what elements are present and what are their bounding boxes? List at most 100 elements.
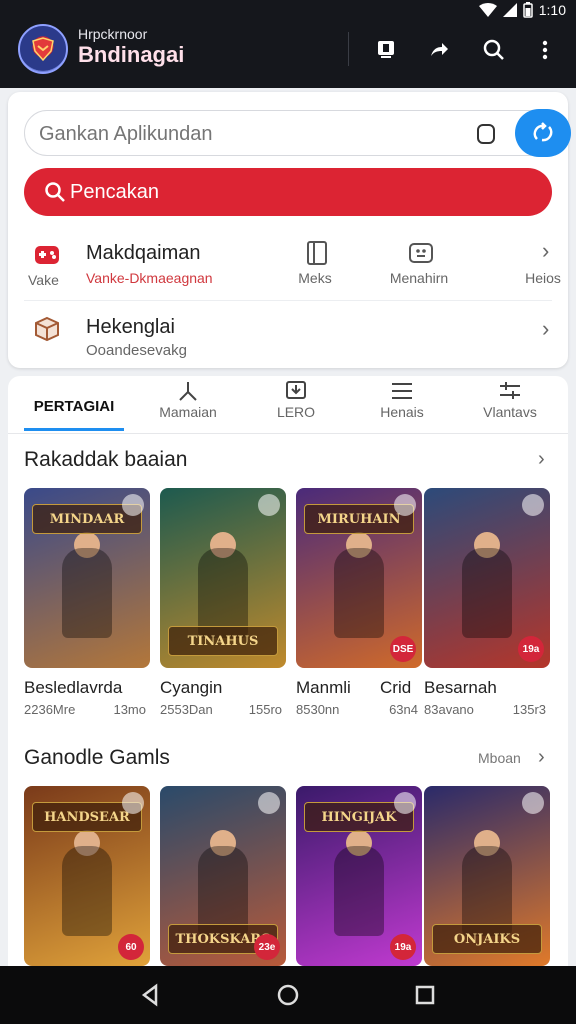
- search-button[interactable]: Pencakan: [24, 168, 552, 216]
- sliders-icon: [500, 382, 520, 399]
- age-rating-badge: 60: [118, 934, 144, 960]
- bookmark-icon[interactable]: [394, 792, 416, 814]
- status-bar: 1:10: [0, 0, 576, 20]
- status-time: 1:10: [538, 2, 566, 18]
- bookmark-icon[interactable]: [122, 792, 144, 814]
- tab-bar: PERTAGIAI Mamaian LERO Henais Vlantavs: [8, 376, 568, 434]
- bookmark-icon[interactable]: [258, 792, 280, 814]
- filter-toggle-icon[interactable]: [477, 124, 495, 144]
- age-rating-badge: 23e: [254, 934, 280, 960]
- age-rating-badge: 19a: [390, 934, 416, 960]
- search-button-label: Pencakan: [70, 181, 159, 203]
- game-name: Manmli: [296, 678, 351, 697]
- battery-icon: [523, 2, 533, 18]
- game-thumbnail: HANDSEAR 60: [24, 786, 150, 966]
- section-title: Rakaddak baaian: [24, 448, 188, 471]
- game-downloads: 2553Dan: [160, 702, 213, 717]
- character-art: [334, 846, 384, 936]
- quick-title: Makdqaiman: [86, 242, 201, 264]
- recents-icon[interactable]: [412, 982, 438, 1008]
- signal-icon: [502, 3, 517, 17]
- more-link[interactable]: Mboan: [478, 750, 521, 766]
- system-nav-bar: [0, 966, 576, 1024]
- search-input[interactable]: [39, 121, 459, 147]
- tab-pertagiai[interactable]: PERTAGIAI: [22, 376, 126, 434]
- game-thumbnail: THOKSKARS 23e: [160, 786, 286, 966]
- game-name: Besarnah: [424, 678, 497, 697]
- gamepad-icon: [35, 246, 59, 264]
- chevron-right-icon: ›: [542, 238, 550, 263]
- info-title: Hekenglai: [86, 316, 175, 338]
- age-rating-badge: DSE: [390, 636, 416, 662]
- appbar-divider: [348, 32, 349, 66]
- game-logo: TINAHUS: [168, 626, 278, 656]
- quick-item-meks: Meks: [298, 270, 332, 286]
- quick-left-label: Vake: [28, 272, 59, 288]
- game-downloads: 2236Mre: [24, 702, 76, 717]
- game-thumbnail: HINGIJAK 19a: [296, 786, 422, 966]
- info-row[interactable]: Hekenglai Ooandesevakg ›: [24, 308, 552, 364]
- character-art: [462, 548, 512, 638]
- game-name-suffix: Crid: [380, 678, 412, 697]
- quick-subtitle: Vanke-Dkmaeagnan: [86, 270, 213, 286]
- character-art: [198, 846, 248, 936]
- bookmark-icon[interactable]: [522, 792, 544, 814]
- game-size: 13mo: [113, 702, 146, 717]
- refresh-button[interactable]: [515, 109, 571, 157]
- tab-mamaian[interactable]: Mamaian: [138, 376, 238, 434]
- game-name: Besledlavrda: [24, 678, 123, 697]
- game-meta: 83avano 135r3: [424, 702, 550, 717]
- bookmark-icon[interactable]: [522, 494, 544, 516]
- app-title: Bndinagai: [78, 42, 185, 67]
- section-title: Ganodle Gamls: [24, 746, 170, 769]
- game-size: 135r3: [512, 702, 546, 717]
- bookmark-icon[interactable]: [258, 494, 280, 516]
- download-icon: [286, 381, 306, 399]
- game-thumbnail: MINDAAR: [24, 488, 150, 668]
- tab-henais[interactable]: Henais: [352, 376, 452, 434]
- tab-vlantavs[interactable]: Vlantavs: [460, 376, 560, 434]
- search-box: [24, 109, 571, 157]
- game-size: 155ro: [248, 702, 282, 717]
- game-meta: 2553Dan 155ro: [160, 702, 286, 717]
- game-thumbnail: 19a: [424, 488, 550, 668]
- bookmark-icon[interactable]: [122, 494, 144, 516]
- game-thumbnail: TINAHUS: [160, 488, 286, 668]
- menu-icon: [392, 383, 412, 399]
- controller-icon: [409, 243, 433, 263]
- tab-active-indicator: [24, 428, 124, 431]
- game-downloads: 8530nn: [296, 702, 340, 717]
- chevron-right-icon[interactable]: ›: [538, 448, 545, 471]
- character-art: [198, 548, 248, 638]
- game-downloads: 83avano: [424, 702, 474, 717]
- game-size: 63n4: [389, 702, 418, 717]
- game-logo: ONJAIKS: [432, 924, 542, 954]
- character-art: [62, 846, 112, 936]
- refresh-icon: [533, 122, 553, 142]
- main-content: PERTAGIAI Mamaian LERO Henais Vlantavs R…: [8, 376, 568, 966]
- tablet-icon: [307, 241, 327, 265]
- character-art: [462, 846, 512, 936]
- bookmark-icon[interactable]: [394, 494, 416, 516]
- quick-item-menahirn: Menahirn: [389, 270, 449, 286]
- tab-lero[interactable]: LERO: [246, 376, 346, 434]
- game-meta: 2236Mre 13mo: [24, 702, 150, 717]
- home-icon[interactable]: [275, 982, 301, 1008]
- app-logo: [18, 24, 68, 74]
- quick-row[interactable]: Vake Makdqaiman Vanke-Dkmaeagnan Meks Me…: [24, 232, 561, 292]
- chevron-right-icon: ›: [542, 316, 550, 341]
- back-icon[interactable]: [138, 982, 164, 1008]
- install-icon[interactable]: [372, 36, 400, 64]
- quick-item-heios: Heios: [525, 270, 561, 286]
- divider: [24, 300, 552, 301]
- package-icon: [35, 316, 59, 342]
- chevron-right-icon[interactable]: ›: [538, 746, 545, 769]
- search-icon[interactable]: [480, 36, 508, 64]
- character-art: [334, 548, 384, 638]
- search-icon: [45, 182, 65, 202]
- wifi-icon: [478, 3, 497, 17]
- more-vert-icon[interactable]: [531, 36, 559, 64]
- info-subtitle: Ooandesevakg: [86, 342, 187, 359]
- share-icon[interactable]: [425, 36, 453, 64]
- game-meta: 8530nn 63n4: [296, 702, 422, 717]
